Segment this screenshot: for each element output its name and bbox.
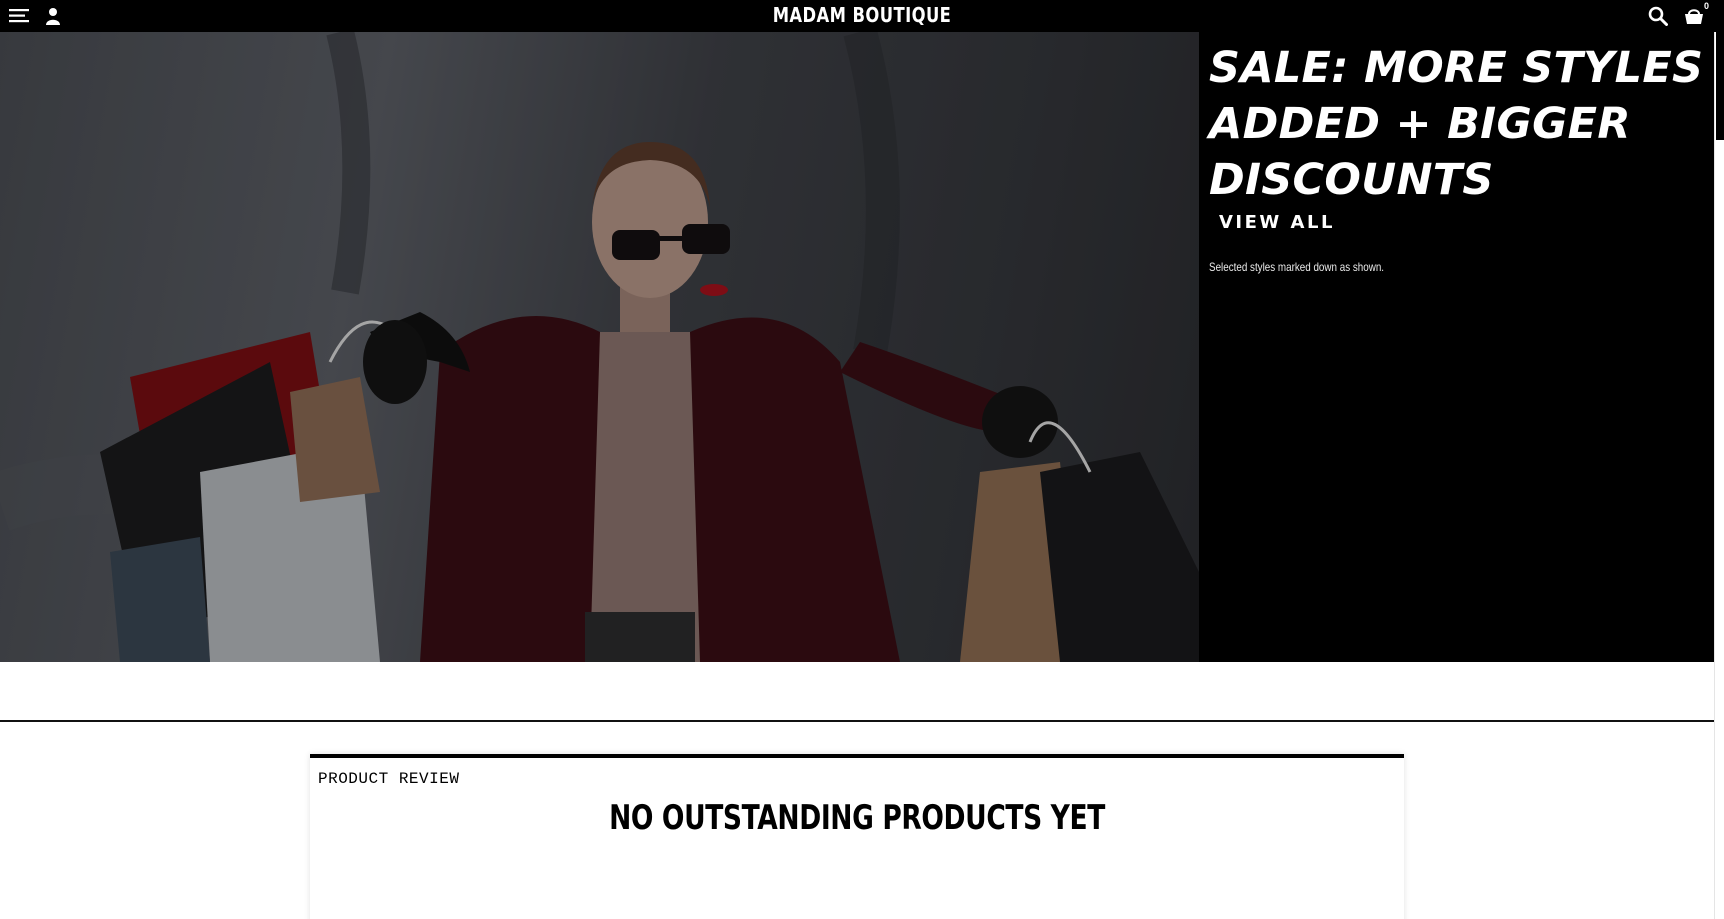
hero-text-panel: SALE: MORE STYLES ADDED + BIGGER DISCOUN…	[1199, 32, 1714, 662]
product-review-card: PRODUCT REVIEW NO OUTSTANDING PRODUCTS Y…	[310, 754, 1404, 919]
hero-image[interactable]	[0, 32, 1199, 662]
sale-headline: SALE: MORE STYLES ADDED + BIGGER DISCOUN…	[1209, 43, 1704, 205]
user-icon[interactable]	[42, 5, 64, 27]
page-scrollbar[interactable]	[1714, 32, 1724, 919]
section-divider	[0, 720, 1714, 722]
top-navigation-bar: MADAM BOUTIQUE 0	[0, 0, 1724, 32]
product-review-title: NO OUTSTANDING PRODUCTS YET	[609, 798, 1105, 838]
hero-banner: SALE: MORE STYLES ADDED + BIGGER DISCOUN…	[0, 32, 1714, 662]
product-review-label: PRODUCT REVIEW	[318, 770, 460, 788]
sale-fine-print: Selected styles marked down as shown.	[1209, 260, 1385, 274]
menu-icon[interactable]	[8, 5, 30, 27]
view-all-link[interactable]: VIEW ALL	[1219, 212, 1335, 233]
scrollbar-thumb[interactable]	[1716, 32, 1724, 140]
cart-icon[interactable]: 0	[1682, 1, 1709, 27]
search-icon[interactable]	[1647, 5, 1669, 27]
brand-logo[interactable]: MADAM BOUTIQUE	[155, 3, 1569, 27]
cart-count-badge: 0	[1703, 1, 1709, 11]
